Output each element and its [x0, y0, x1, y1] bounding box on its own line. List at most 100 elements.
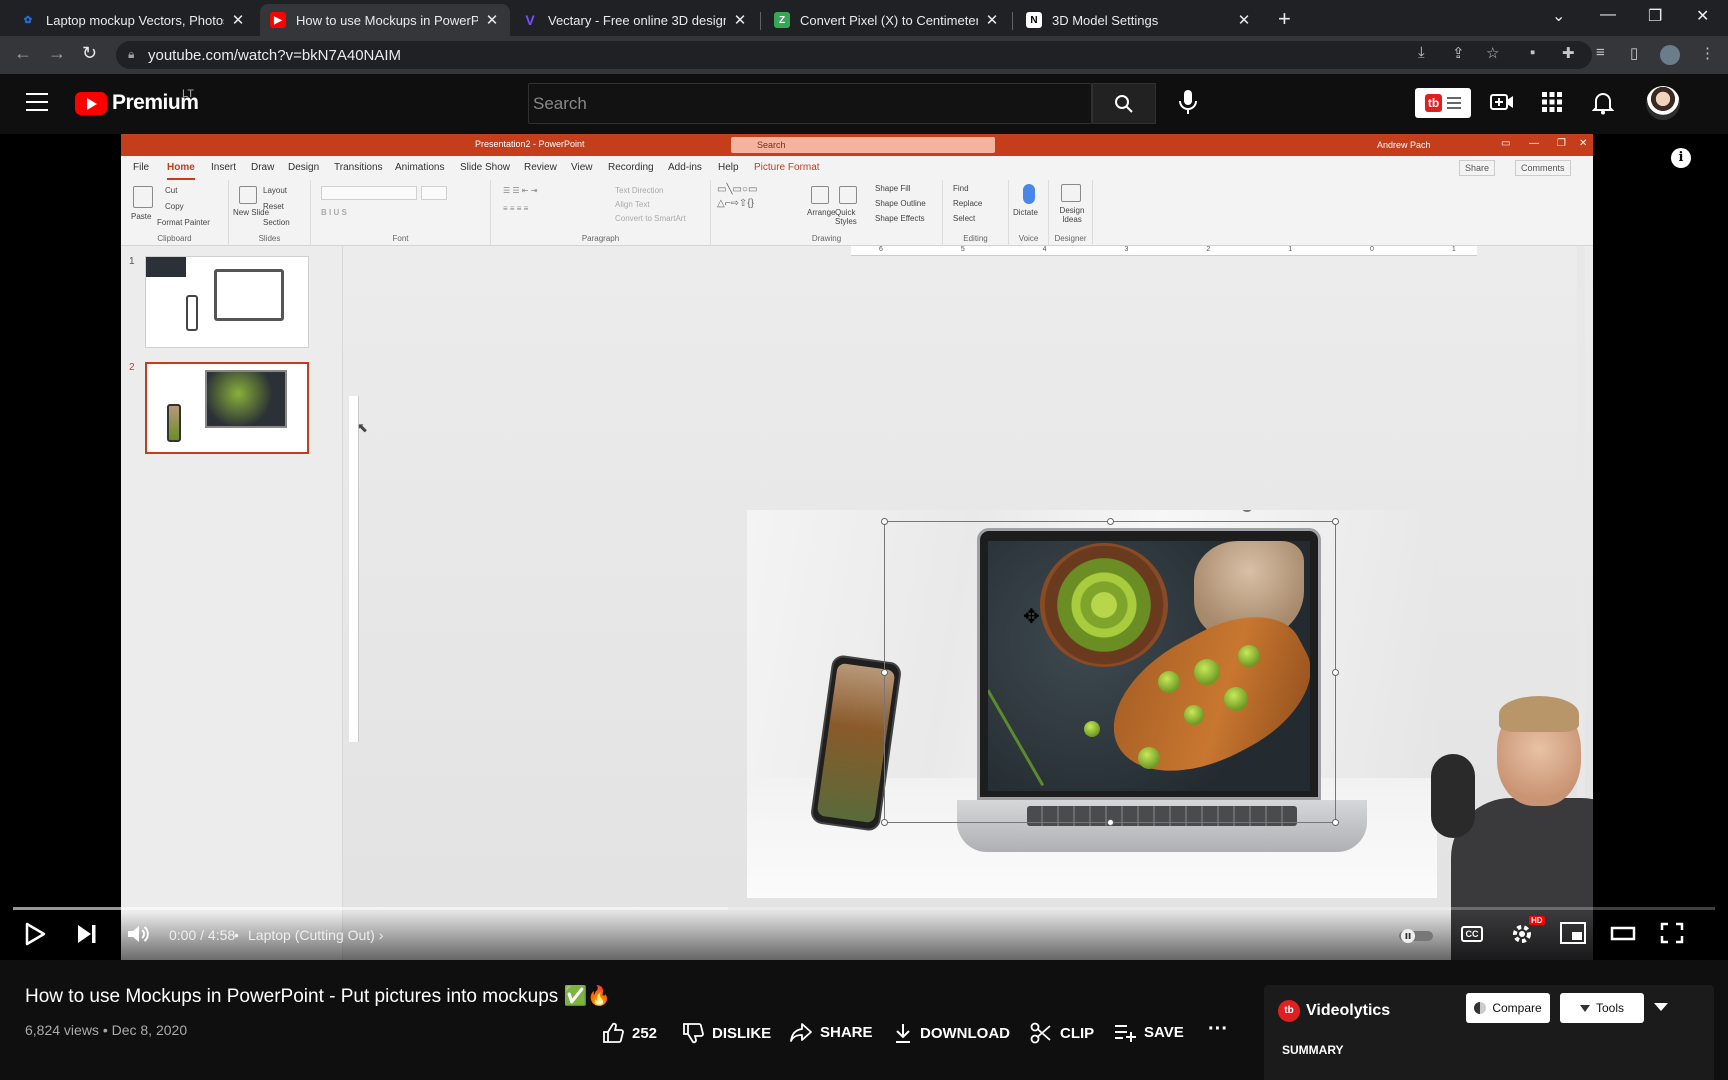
next-button[interactable]	[76, 922, 98, 951]
captions-button[interactable]: CC	[1461, 926, 1483, 942]
ppt-tab-animations: Animations	[395, 162, 445, 173]
share-icon	[790, 1023, 812, 1042]
tubebuddy-button[interactable]: tb	[1415, 88, 1471, 118]
theater-mode-button[interactable]	[1610, 922, 1636, 949]
tab-title: How to use Mockups in PowerPo	[296, 12, 478, 28]
search-input[interactable]	[529, 84, 1091, 123]
close-window-icon[interactable]: ✕	[1696, 6, 1709, 26]
thumb-laptop	[214, 269, 284, 321]
search-button[interactable]	[1092, 83, 1156, 124]
share-page-icon[interactable]: ⇪	[1452, 44, 1465, 62]
tools-button[interactable]: Tools	[1560, 993, 1644, 1023]
share-button[interactable]: SHARE	[790, 1022, 873, 1042]
resize-handle	[1332, 669, 1339, 676]
info-icon[interactable]: i	[1671, 148, 1691, 168]
like-count: 252	[632, 1024, 658, 1042]
forward-icon[interactable]: →	[48, 43, 66, 64]
compare-button[interactable]: Compare	[1466, 993, 1550, 1023]
browser-tab-2[interactable]: ▶ How to use Mockups in PowerPo ✕	[260, 4, 510, 36]
notifications-button[interactable]	[1591, 91, 1615, 120]
like-button[interactable]: 252	[602, 1022, 657, 1044]
browser-tab-3[interactable]: V Vectary - Free online 3D design a ✕	[512, 4, 758, 36]
format-painter-label: Format Painter	[157, 218, 210, 227]
thumb-phone	[186, 295, 198, 331]
thumb-phone	[167, 404, 181, 442]
thumb-photo	[146, 257, 186, 277]
back-icon[interactable]: ←	[14, 43, 32, 64]
reload-icon[interactable]: ↻	[82, 43, 97, 64]
chapter-title: Laptop (Cutting Out)	[248, 927, 375, 943]
close-tab-icon[interactable]: ✕	[984, 11, 1000, 29]
clip-button[interactable]: CLIP	[1030, 1022, 1094, 1044]
tab-title: 3D Model Settings	[1052, 12, 1159, 28]
browser-tab-5[interactable]: N 3D Model Settings ✕	[1016, 4, 1262, 36]
download-button[interactable]: DOWNLOAD	[894, 1022, 1010, 1044]
search-box[interactable]	[528, 83, 1092, 124]
tab-title: Vectary - Free online 3D design a	[548, 12, 726, 28]
restore-icon[interactable]: ❐	[1648, 6, 1662, 26]
menu-icon[interactable]	[26, 93, 48, 117]
account-avatar[interactable]	[1646, 86, 1680, 120]
install-app-icon[interactable]: ⤓	[1418, 44, 1425, 61]
ppt-titlebar: Presentation2 - PowerPoint Search Andrew…	[121, 134, 1593, 156]
create-video-button[interactable]	[1490, 91, 1514, 118]
volume-button[interactable]	[126, 922, 150, 951]
close-tab-icon[interactable]: ✕	[732, 11, 748, 29]
drawing-group-label: Drawing	[811, 234, 842, 243]
browser-tab-4[interactable]: Z Convert Pixel (X) to Centimeter ✕	[764, 4, 1010, 36]
play-button[interactable]	[24, 922, 46, 951]
youtube-logo-icon[interactable]	[75, 92, 107, 115]
profile-icon[interactable]	[1660, 45, 1680, 65]
dislike-button[interactable]: DISLIKE	[682, 1022, 771, 1044]
url-text[interactable]: youtube.com/watch?v=bkN7A40NAIM	[148, 47, 401, 64]
cut-label: Cut	[165, 186, 178, 195]
video-player[interactable]: Presentation2 - PowerPoint Search Andrew…	[0, 134, 1728, 960]
tools-caret-icon	[1579, 1004, 1590, 1012]
selection-box	[881, 510, 1339, 826]
save-button[interactable]: SAVE	[1114, 1022, 1184, 1042]
close-tab-icon[interactable]: ✕	[1236, 11, 1252, 29]
more-actions-icon[interactable]: ···	[1208, 1018, 1228, 1041]
paste-label: Paste	[131, 212, 152, 221]
miniplayer-button[interactable]	[1560, 922, 1586, 949]
bell-icon	[1591, 93, 1615, 115]
chrome-menu-icon[interactable]: ⋮	[1700, 44, 1715, 62]
autoplay-toggle[interactable]	[1398, 928, 1434, 949]
ppt-tab-picture-format: Picture Format	[754, 162, 820, 173]
horizontal-ruler: 6 5 4 3 2 1 0 1 2 3 4 5 6	[851, 246, 1477, 256]
side-panel-icon[interactable]: ▯	[1630, 44, 1638, 62]
apps-button[interactable]	[1541, 91, 1563, 118]
dislike-label: DISLIKE	[712, 1024, 772, 1042]
media-control-icon[interactable]: ≡	[1596, 44, 1605, 61]
search-icon	[1115, 94, 1133, 113]
font-size-box	[421, 186, 447, 200]
address-bar[interactable]: 🔒︎ youtube.com/watch?v=bkN7A40NAIM	[116, 41, 1592, 69]
browser-tab-bar: ✿ Laptop mockup Vectors, Photos ✕ ▶ How …	[0, 0, 1728, 36]
collapse-panel-icon[interactable]	[1654, 1003, 1668, 1011]
clipboard-group-label: Clipboard	[157, 234, 192, 243]
extension-icon[interactable]: ▪	[1530, 44, 1535, 61]
autoplay-icon	[1399, 929, 1433, 943]
miniplayer-icon	[1560, 922, 1586, 944]
voice-search-button[interactable]	[1176, 88, 1200, 121]
settings-button[interactable]	[1510, 922, 1534, 951]
shapes-gallery-icon: ▭╲▭○▭	[717, 184, 758, 195]
tab-search-icon[interactable]: ⌄	[1552, 6, 1565, 26]
download-label: DOWNLOAD	[920, 1024, 1010, 1042]
design-ideas-label: Design Ideas	[1059, 206, 1085, 224]
tubebuddy-menu-icon	[1447, 94, 1462, 112]
chapter-button[interactable]: Laptop (Cutting Out) ›	[248, 927, 383, 943]
extensions-puzzle-icon[interactable]: ✚	[1562, 44, 1575, 62]
close-tab-icon[interactable]: ✕	[230, 11, 246, 29]
browser-tab-1[interactable]: ✿ Laptop mockup Vectors, Photos ✕	[10, 4, 256, 36]
bookmark-star-icon[interactable]: ☆	[1486, 44, 1499, 62]
reset-label: Reset	[263, 202, 284, 211]
ppt-tab-home: Home	[167, 162, 195, 180]
close-tab-icon[interactable]: ✕	[484, 11, 500, 29]
minimize-icon[interactable]: —	[1600, 6, 1616, 24]
fullscreen-button[interactable]	[1660, 922, 1684, 949]
paragraph-group-label: Paragraph	[581, 234, 620, 243]
new-tab-icon[interactable]: +	[1278, 6, 1291, 32]
ppt-tab-transitions: Transitions	[334, 162, 383, 173]
progress-bar[interactable]	[13, 907, 1715, 910]
